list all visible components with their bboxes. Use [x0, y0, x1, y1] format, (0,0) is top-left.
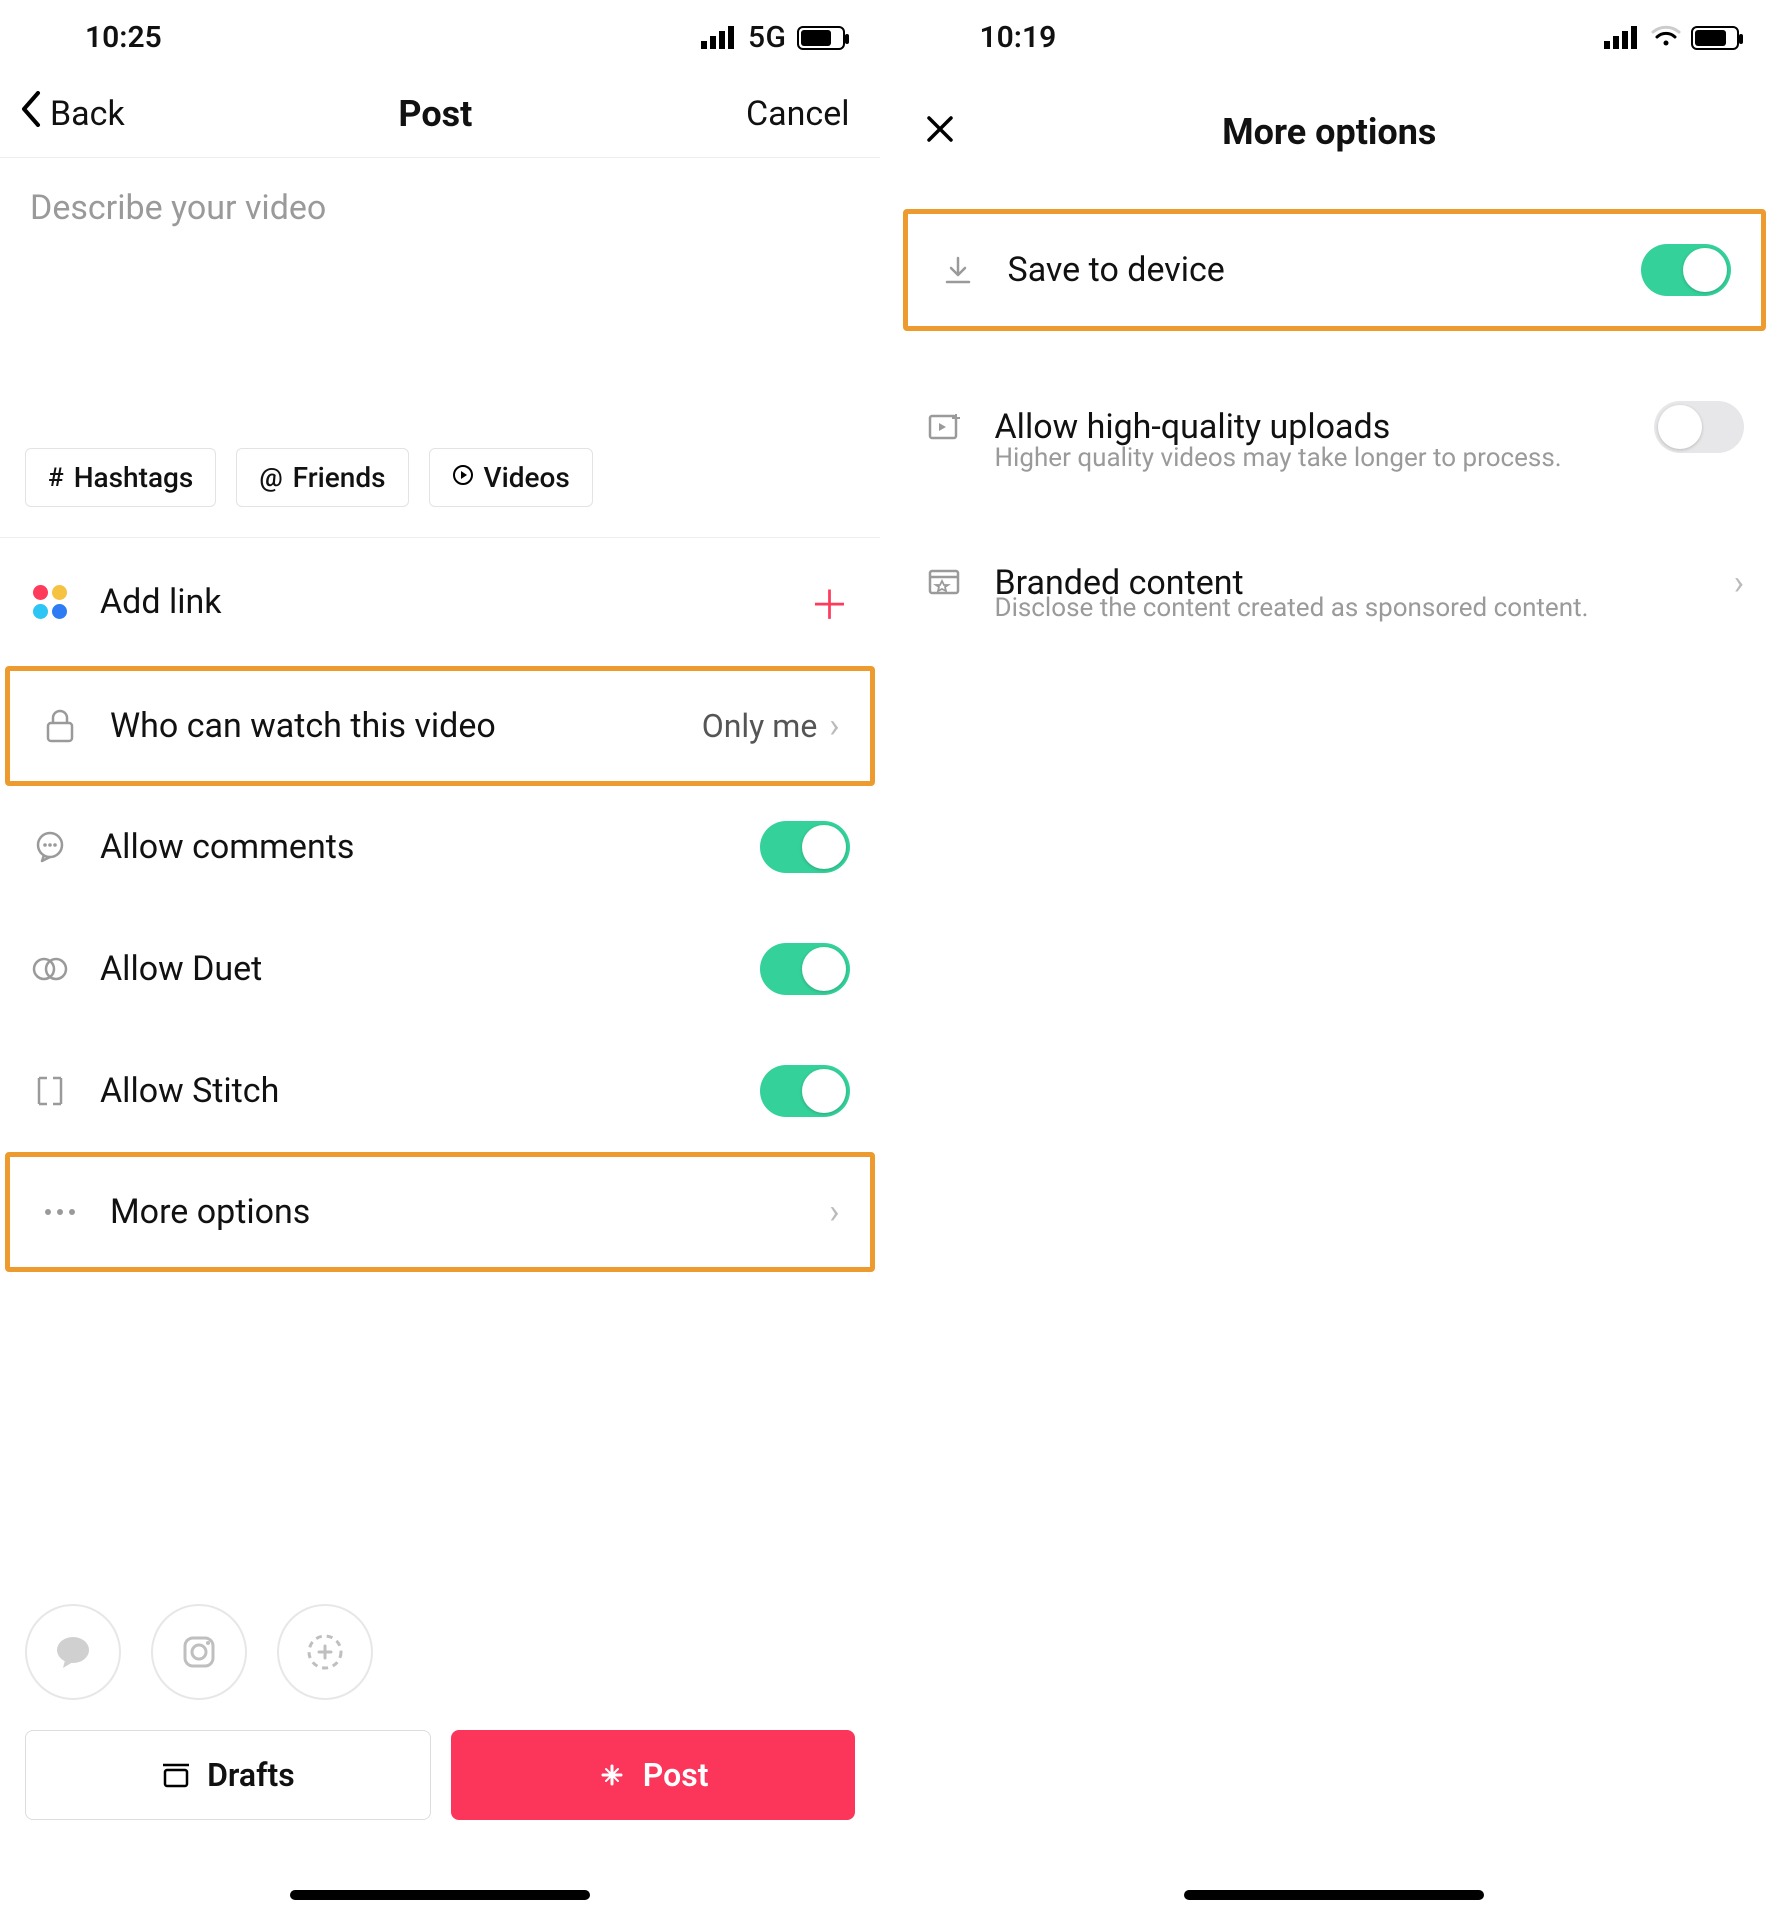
allow-duet-toggle[interactable]	[760, 943, 850, 995]
more-options-label: More options	[110, 1192, 310, 1232]
branded-label: Branded content	[995, 563, 1244, 603]
chevron-left-icon	[20, 90, 42, 137]
save-to-device-row: Save to device	[903, 209, 1767, 331]
duet-icon	[30, 955, 70, 983]
mention-icon: @	[259, 463, 282, 493]
chevron-right-icon: ›	[829, 1192, 839, 1232]
signal-icon	[1604, 26, 1637, 49]
status-time: 10:25	[85, 20, 162, 55]
page-title: More options	[1222, 111, 1436, 153]
allow-comments-label: Allow comments	[100, 827, 354, 867]
bottom-buttons: Drafts Post	[0, 1730, 880, 1860]
share-story-button[interactable]	[277, 1604, 373, 1700]
home-indicator	[1184, 1890, 1484, 1900]
hq-uploads-toggle[interactable]	[1654, 401, 1744, 453]
more-options-row[interactable]: More options ›	[5, 1152, 875, 1272]
allow-stitch-label: Allow Stitch	[100, 1071, 279, 1111]
chat-bubble-icon	[51, 1630, 95, 1674]
hashtags-chip[interactable]: # Hashtags	[25, 448, 216, 507]
videos-label: Videos	[484, 461, 570, 494]
status-time: 10:19	[980, 20, 1057, 55]
post-button[interactable]: Post	[451, 1730, 855, 1820]
comment-icon	[30, 831, 70, 863]
four-dots-icon	[30, 585, 70, 619]
play-circle-icon	[452, 463, 474, 493]
close-button[interactable]	[915, 110, 955, 154]
plus-icon: ＋	[810, 573, 850, 631]
save-to-device-toggle[interactable]	[1641, 244, 1731, 296]
drafts-label: Drafts	[207, 1756, 295, 1794]
privacy-value: Only me	[702, 707, 818, 745]
privacy-label: Who can watch this video	[110, 706, 496, 746]
branded-content-row[interactable]: Branded content ›	[895, 533, 1774, 613]
post-nav: Back Post Cancel	[0, 65, 880, 158]
allow-duet-label: Allow Duet	[100, 949, 262, 989]
videos-chip[interactable]: Videos	[429, 448, 593, 507]
drafts-button[interactable]: Drafts	[25, 1730, 431, 1820]
share-chat-button[interactable]	[25, 1604, 121, 1700]
caption-chips: # Hashtags @ Friends Videos	[0, 448, 880, 538]
page-title: Post	[398, 93, 472, 135]
video-plus-icon	[925, 412, 965, 442]
allow-comments-row: Allow comments	[0, 786, 880, 908]
privacy-row[interactable]: Who can watch this video Only me ›	[5, 666, 875, 786]
stitch-icon	[30, 1074, 70, 1108]
allow-stitch-toggle[interactable]	[760, 1065, 850, 1117]
allow-duet-row: Allow Duet	[0, 908, 880, 1030]
download-icon	[938, 254, 978, 286]
chevron-right-icon: ›	[829, 706, 839, 746]
hashtags-label: Hashtags	[74, 461, 194, 494]
more-options-nav: More options	[895, 65, 1774, 209]
add-link-label: Add link	[100, 582, 222, 622]
back-label: Back	[50, 94, 125, 134]
share-row	[0, 1604, 880, 1730]
home-indicator	[290, 1890, 590, 1900]
allow-stitch-row: Allow Stitch	[0, 1030, 880, 1152]
back-button[interactable]: Back	[20, 90, 125, 137]
network-label: 5G	[748, 20, 787, 55]
post-label: Post	[643, 1756, 709, 1794]
save-to-device-label: Save to device	[1008, 250, 1225, 290]
instagram-icon	[177, 1630, 221, 1674]
caption-placeholder: Describe your video	[30, 188, 326, 228]
hash-icon: #	[48, 463, 64, 493]
ellipsis-icon	[40, 1208, 80, 1216]
battery-icon	[797, 26, 845, 50]
sparkle-icon	[597, 1760, 627, 1790]
drafts-icon	[161, 1760, 191, 1790]
status-bar: 10:25 5G	[0, 0, 880, 65]
lock-icon	[40, 709, 80, 743]
add-story-icon	[303, 1630, 347, 1674]
share-instagram-button[interactable]	[151, 1604, 247, 1700]
branded-icon	[925, 567, 965, 599]
wifi-icon	[1651, 23, 1681, 53]
caption-input[interactable]: Describe your video	[0, 158, 880, 448]
hq-uploads-row: Allow high-quality uploads	[895, 371, 1774, 463]
hq-uploads-label: Allow high-quality uploads	[995, 407, 1391, 447]
friends-chip[interactable]: @ Friends	[236, 448, 408, 507]
allow-comments-toggle[interactable]	[760, 821, 850, 873]
battery-icon	[1691, 26, 1739, 50]
add-link-row[interactable]: Add link ＋	[0, 538, 880, 666]
cancel-button[interactable]: Cancel	[746, 94, 850, 134]
status-bar: 10:19	[895, 0, 1774, 65]
friends-label: Friends	[293, 461, 386, 494]
signal-icon	[701, 26, 734, 49]
chevron-right-icon: ›	[1734, 563, 1744, 603]
